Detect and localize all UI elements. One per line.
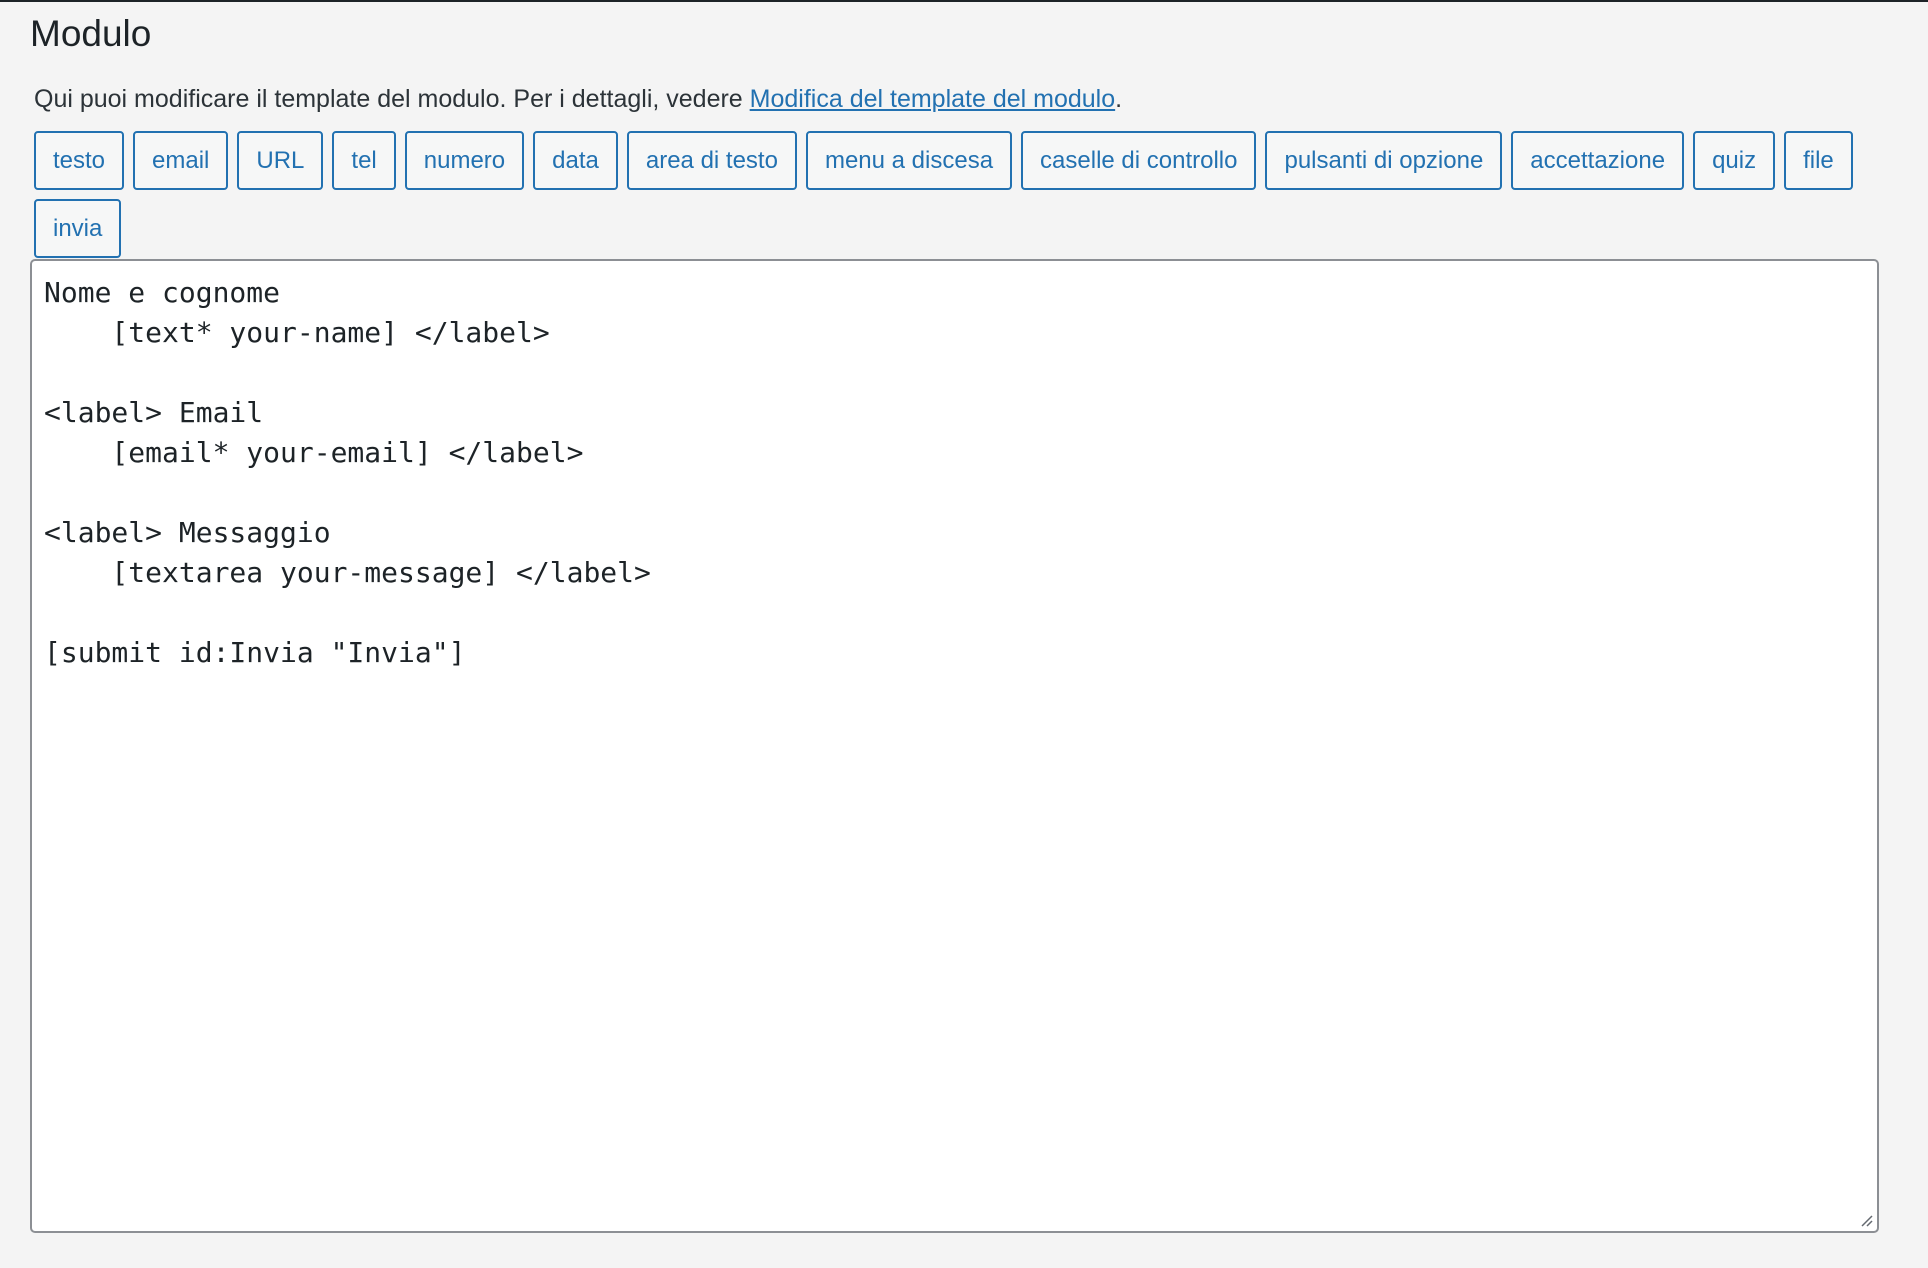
- tag-button-numero[interactable]: numero: [404, 131, 525, 190]
- editor-content[interactable]: Nome e cognome [text* your-name] </label…: [44, 276, 651, 669]
- tag-button-area-di-testo[interactable]: area di testo: [626, 131, 797, 190]
- form-template-panel: Modulo Qui puoi modificare il template d…: [30, 12, 1890, 258]
- tag-button-invia[interactable]: invia: [34, 199, 122, 258]
- tag-button-data[interactable]: data: [533, 131, 618, 190]
- tag-button-menu-a-discesa[interactable]: menu a discesa: [805, 131, 1013, 190]
- section-description: Qui puoi modificare il template del modu…: [34, 81, 1890, 117]
- section-title: Modulo: [30, 13, 152, 54]
- resize-handle-icon[interactable]: [1859, 1213, 1873, 1227]
- tag-button-file[interactable]: file: [1784, 131, 1853, 190]
- tag-button-quiz[interactable]: quiz: [1693, 131, 1776, 190]
- tag-button-tel[interactable]: tel: [332, 131, 396, 190]
- tag-button-testo[interactable]: testo: [34, 131, 125, 190]
- top-border: [0, 0, 1928, 2]
- tag-button-accettazione[interactable]: accettazione: [1511, 131, 1685, 190]
- description-text: Qui puoi modificare il template del modu…: [34, 85, 750, 113]
- tag-button-email[interactable]: email: [133, 131, 229, 190]
- template-help-link[interactable]: Modifica del template del modulo: [750, 85, 1115, 113]
- tag-button-url[interactable]: URL: [237, 131, 324, 190]
- tag-button-pulsanti-di-opzione[interactable]: pulsanti di opzione: [1265, 131, 1503, 190]
- description-suffix: .: [1115, 85, 1123, 113]
- form-template-editor[interactable]: Nome e cognome [text* your-name] </label…: [30, 259, 1879, 1233]
- tag-generator-buttons: testo email URL tel numero data area di …: [34, 131, 1864, 258]
- tag-button-caselle-di-controllo[interactable]: caselle di controllo: [1021, 131, 1257, 190]
